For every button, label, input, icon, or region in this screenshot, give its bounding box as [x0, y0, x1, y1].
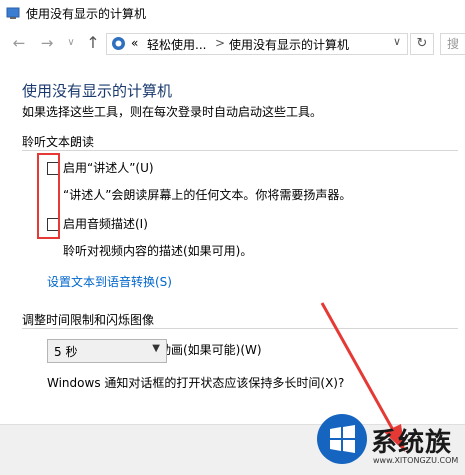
back-arrow-icon[interactable]: ←: [10, 34, 28, 52]
address-overflow[interactable]: «: [131, 36, 138, 50]
section-title-tts: 聆听文本朗读: [22, 135, 95, 149]
up-arrow-icon[interactable]: ↑: [84, 34, 102, 52]
narrator-description: “讲述人”会朗读屏幕上的任何文本。你将需要扬声器。: [63, 188, 352, 202]
recent-dropdown-icon[interactable]: ∨: [62, 34, 80, 52]
page-subtitle: 如果选择这些工具，则在每次登录时自动启动这些工具。: [22, 105, 323, 119]
section-divider: [22, 150, 458, 151]
breadcrumb-separator: >: [215, 36, 226, 50]
address-bar[interactable]: « 轻松使用... > 使用没有显示的计算机 ∨: [106, 33, 408, 55]
audio-description-text: 聆听对视频内容的描述(如果可用)。: [63, 244, 253, 258]
page-title: 使用没有显示的计算机: [22, 82, 173, 100]
selected-value: 5 秒: [54, 345, 78, 359]
section-title-time: 调整时间限制和闪烁图像: [22, 313, 155, 327]
notification-duration-question: Windows 通知对话框的打开状态应该保持多长时间(X)?: [47, 376, 345, 390]
forward-arrow-icon[interactable]: →: [38, 34, 56, 52]
windows-logo-icon: [317, 414, 367, 464]
breadcrumb-current[interactable]: 使用没有显示的计算机: [229, 36, 349, 53]
control-panel-icon: [112, 37, 125, 50]
chevron-down-icon: ▼: [152, 343, 160, 354]
watermark-url: www.XITONGZU.COM: [373, 456, 459, 465]
section-divider: [22, 328, 458, 329]
refresh-button[interactable]: ↻: [410, 33, 434, 55]
notification-duration-select[interactable]: 5 秒 ▼: [47, 339, 167, 363]
title-bar: 使用没有显示的计算机: [0, 0, 465, 26]
window-title: 使用没有显示的计算机: [26, 7, 147, 21]
control-panel-icon: [6, 7, 20, 19]
watermark-brand: 系统族: [371, 428, 453, 458]
audio-description-label[interactable]: 启用音频描述(I): [63, 215, 148, 232]
red-highlight-box: [37, 153, 60, 239]
watermark-logo: 系统族 www.XITONGZU.COM: [315, 410, 465, 474]
breadcrumb-ease-of-access[interactable]: 轻松使用...: [147, 36, 206, 53]
tts-settings-link[interactable]: 设置文本到语音转换(S): [47, 273, 172, 290]
search-input[interactable]: 搜: [440, 33, 465, 55]
address-dropdown-icon[interactable]: ∨: [393, 35, 401, 48]
narrator-label[interactable]: 启用“讲述人”(U): [63, 159, 154, 176]
